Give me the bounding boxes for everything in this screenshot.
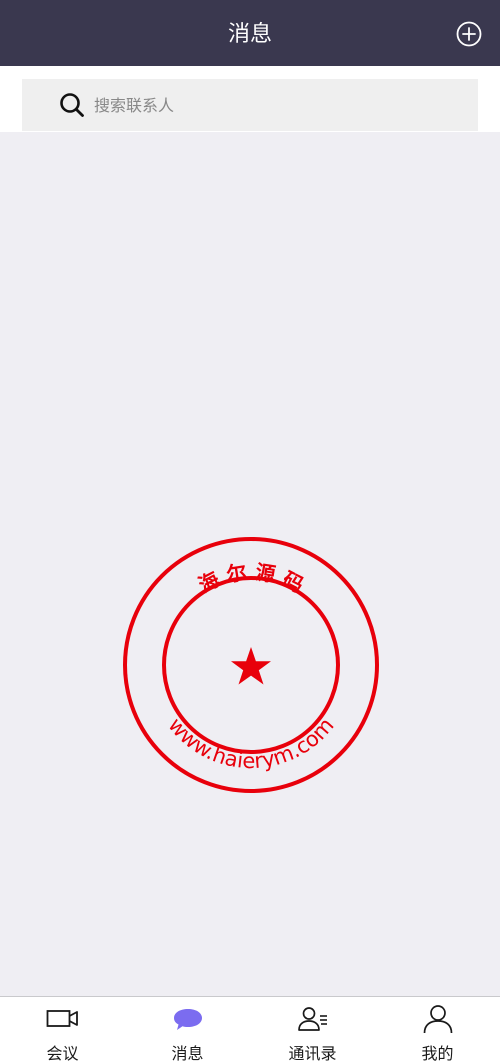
search-input[interactable] — [94, 79, 464, 131]
watermark-bottom-text: www.haierym.com — [163, 713, 338, 773]
svg-text:www.haierym.com: www.haierym.com — [163, 713, 338, 773]
page-title: 消息 — [227, 22, 272, 47]
message-list-area: 海 尔 源 码 www.haierym.com — [0, 132, 500, 996]
tab-meeting[interactable]: 会议 — [0, 997, 125, 1064]
plus-circle-icon[interactable] — [456, 21, 482, 47]
watermark-seal: 海 尔 源 码 www.haierym.com — [123, 537, 379, 793]
video-camera-icon — [46, 1010, 78, 1027]
search-area — [0, 66, 500, 132]
watermark-top-text: 海 尔 源 码 — [195, 560, 308, 598]
tab-label: 通讯录 — [288, 1044, 337, 1063]
tab-messages[interactable]: 消息 — [125, 997, 250, 1064]
tab-contacts[interactable]: 通讯录 — [250, 997, 375, 1064]
star-icon — [231, 647, 271, 685]
chat-bubble-icon — [173, 1009, 202, 1030]
tab-label: 会议 — [46, 1044, 79, 1063]
tab-profile[interactable]: 我的 — [375, 997, 500, 1064]
user-icon — [423, 1005, 452, 1034]
top-navigation-bar: 消息 — [0, 0, 500, 66]
bottom-tab-bar: 会议 消息 通讯录 我的 — [0, 996, 500, 1064]
search-icon — [60, 93, 84, 117]
tab-label: 消息 — [171, 1044, 204, 1063]
search-bar[interactable] — [22, 79, 478, 131]
tab-label: 我的 — [421, 1044, 454, 1063]
contacts-icon — [297, 1007, 327, 1031]
svg-text:海 尔 源 码: 海 尔 源 码 — [195, 560, 308, 598]
